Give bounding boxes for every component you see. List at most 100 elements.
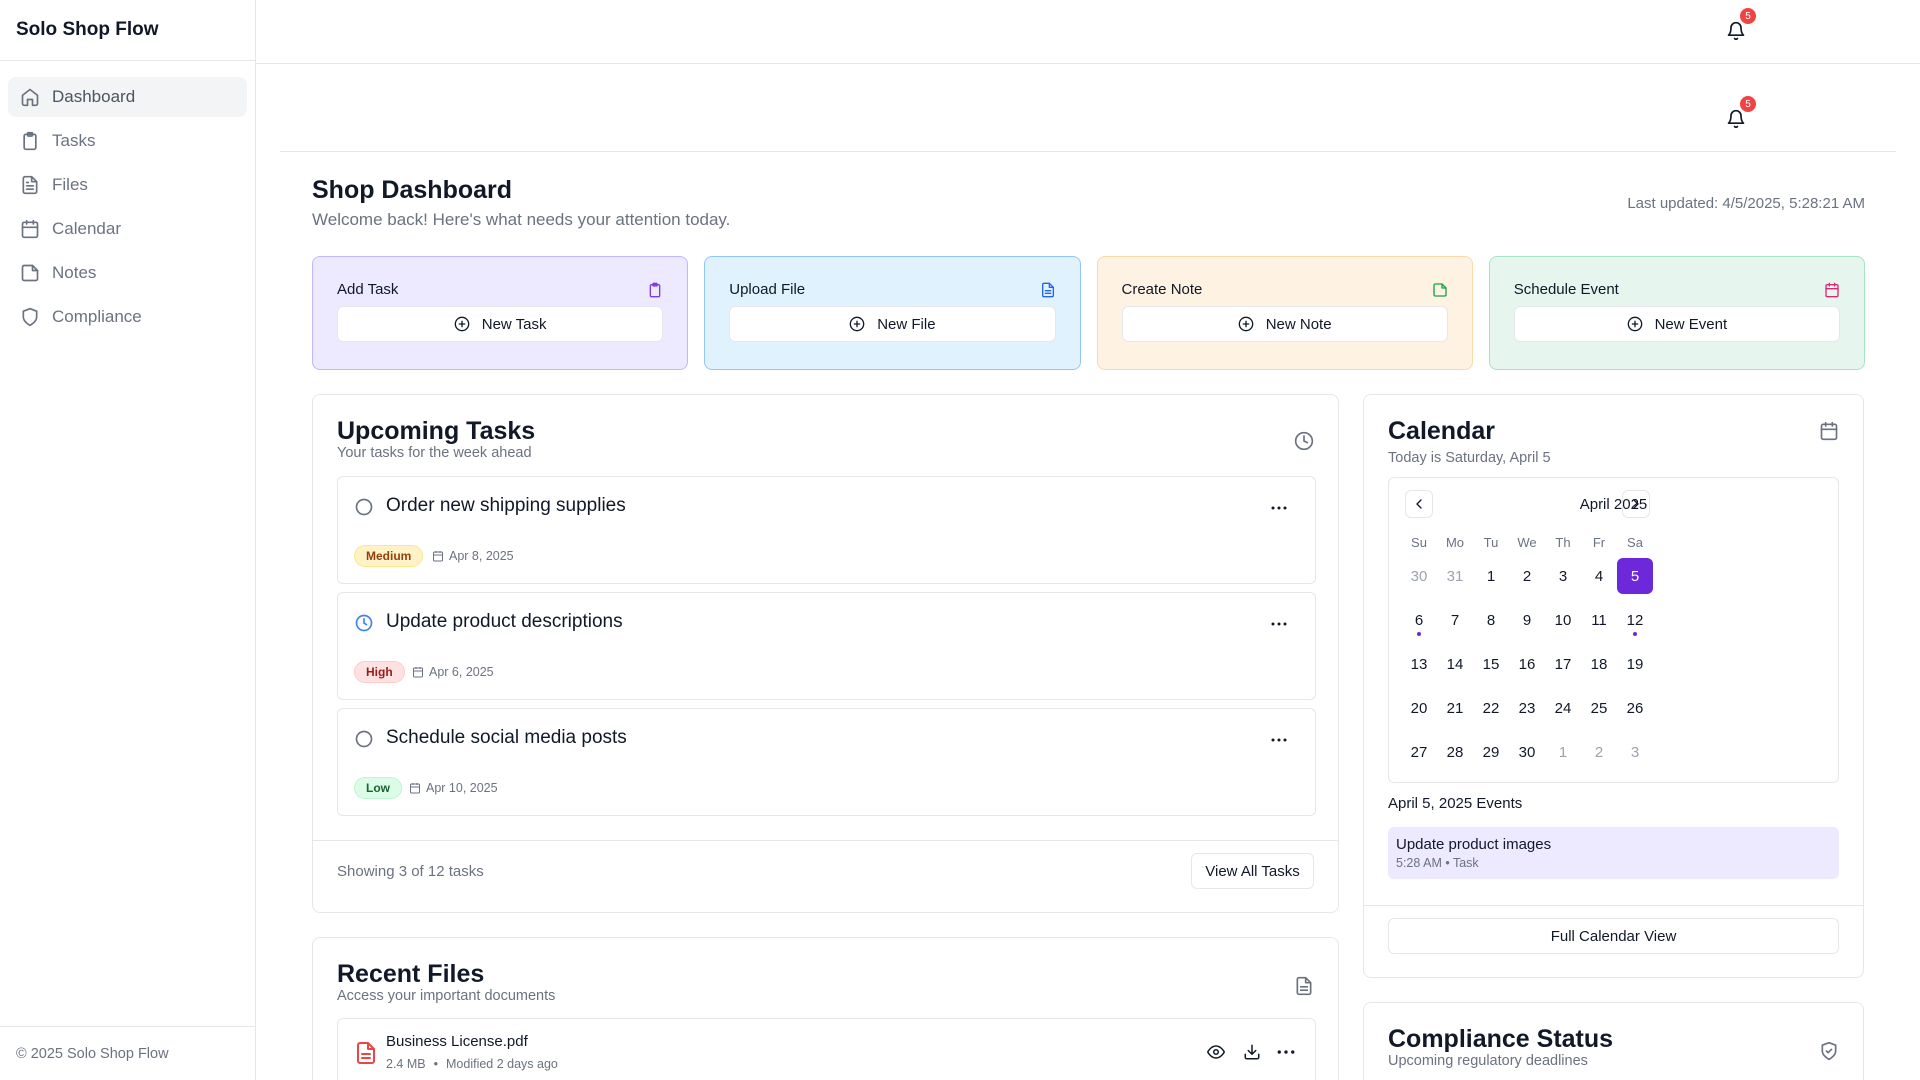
- calendar-day[interactable]: 13: [1401, 646, 1437, 682]
- calendar-icon: [1825, 282, 1839, 297]
- calendar-day[interactable]: 1: [1545, 734, 1581, 770]
- new-note-button[interactable]: New Note: [1121, 306, 1448, 342]
- calendar-day-selected[interactable]: 5: [1617, 558, 1653, 594]
- pdf-file-icon: [357, 1042, 375, 1064]
- calendar-panel: Calendar Today is Saturday, April 5 Apri…: [1363, 394, 1864, 978]
- sidebar-item-notes[interactable]: Notes: [8, 253, 247, 293]
- file-icon: [1041, 282, 1054, 297]
- calendar-weekdays: Su Mo Tu We Th Fr Sa: [1401, 528, 1653, 556]
- view-all-tasks-button[interactable]: View All Tasks: [1191, 853, 1314, 889]
- clock-icon[interactable]: [354, 613, 374, 633]
- event-item[interactable]: Update product images 5:28 AM • Task: [1388, 827, 1839, 879]
- plus-circle-icon: [1238, 316, 1254, 332]
- secondary-header: 5: [280, 64, 1896, 152]
- task-due-date: Apr 8, 2025: [432, 549, 514, 563]
- calendar-day[interactable]: 15: [1473, 646, 1509, 682]
- full-calendar-button[interactable]: Full Calendar View: [1388, 918, 1839, 954]
- calendar-day[interactable]: 1: [1473, 558, 1509, 594]
- calendar-day[interactable]: 27: [1401, 734, 1437, 770]
- calendar-day[interactable]: 10: [1545, 602, 1581, 638]
- download-icon[interactable]: [1243, 1043, 1261, 1061]
- calendar-day[interactable]: 4: [1581, 558, 1617, 594]
- upcoming-tasks-panel: Upcoming Tasks Your tasks for the week a…: [312, 394, 1339, 913]
- sidebar-item-compliance[interactable]: Compliance: [8, 297, 247, 337]
- calendar-day[interactable]: 14: [1437, 646, 1473, 682]
- calendar-day[interactable]: 17: [1545, 646, 1581, 682]
- recent-files-panel: Recent Files Access your important docum…: [312, 937, 1339, 1080]
- new-event-label: New Event: [1654, 315, 1728, 333]
- page-subtitle: Welcome back! Here's what needs your att…: [312, 210, 731, 229]
- sidebar-item-dashboard[interactable]: Dashboard: [8, 77, 247, 117]
- calendar-day[interactable]: 20: [1401, 690, 1437, 726]
- note-icon: [1433, 282, 1447, 297]
- quick-card-title: Upload File: [729, 281, 806, 298]
- tasks-subtitle: Your tasks for the week ahead: [337, 445, 532, 461]
- shield-check-icon: [1821, 1041, 1837, 1061]
- calendar-day[interactable]: 2: [1581, 734, 1617, 770]
- more-icon[interactable]: [1277, 1049, 1295, 1055]
- sidebar-item-files[interactable]: Files: [8, 165, 247, 205]
- meta-separator: •: [433, 1057, 438, 1071]
- calendar-day[interactable]: 30: [1509, 734, 1545, 770]
- more-icon[interactable]: [1271, 621, 1287, 627]
- calendar-week: 6 7 8 9 10 11 12: [1401, 602, 1653, 646]
- calendar-day[interactable]: 6: [1401, 602, 1437, 638]
- calendar-day[interactable]: 18: [1581, 646, 1617, 682]
- circle-icon[interactable]: [354, 729, 374, 749]
- more-icon[interactable]: [1271, 737, 1287, 743]
- calendar-day[interactable]: 25: [1581, 690, 1617, 726]
- tasks-title: Upcoming Tasks: [337, 417, 536, 445]
- calendar-day[interactable]: 23: [1509, 690, 1545, 726]
- calendar-day[interactable]: 19: [1617, 646, 1653, 682]
- eye-icon[interactable]: [1207, 1043, 1225, 1061]
- calendar-day[interactable]: 11: [1581, 602, 1617, 638]
- calendar-day[interactable]: 21: [1437, 690, 1473, 726]
- calendar-day[interactable]: 8: [1473, 602, 1509, 638]
- next-month-button[interactable]: [1622, 490, 1650, 518]
- calendar-day[interactable]: 29: [1473, 734, 1509, 770]
- sidebar-item-label: Tasks: [52, 131, 96, 150]
- calendar-day[interactable]: 24: [1545, 690, 1581, 726]
- calendar-day[interactable]: 12: [1617, 602, 1653, 638]
- sidebar-item-label: Calendar: [52, 219, 121, 238]
- sidebar-item-label: Files: [52, 175, 88, 194]
- notification-button[interactable]: 5: [1726, 8, 1756, 41]
- home-icon: [21, 88, 39, 107]
- sidebar-item-tasks[interactable]: Tasks: [8, 121, 247, 161]
- task-due-date: Apr 10, 2025: [409, 781, 498, 795]
- calendar-day[interactable]: 26: [1617, 690, 1653, 726]
- calendar-day[interactable]: 2: [1509, 558, 1545, 594]
- calendar-day[interactable]: 3: [1545, 558, 1581, 594]
- compliance-subtitle: Upcoming regulatory deadlines: [1388, 1053, 1588, 1069]
- calendar-day[interactable]: 22: [1473, 690, 1509, 726]
- sidebar-item-calendar[interactable]: Calendar: [8, 209, 247, 249]
- notification-badge: 5: [1740, 8, 1756, 24]
- calendar-day[interactable]: 3: [1617, 734, 1653, 770]
- compliance-title: Compliance Status: [1388, 1025, 1614, 1053]
- calendar-day[interactable]: 7: [1437, 602, 1473, 638]
- task-item[interactable]: Update product descriptions High Apr 6, …: [337, 592, 1316, 700]
- task-item[interactable]: Order new shipping supplies Medium Apr 8…: [337, 476, 1316, 584]
- new-event-button[interactable]: New Event: [1513, 306, 1840, 342]
- calendar-day[interactable]: 30: [1401, 558, 1437, 594]
- calendar-week: 20 21 22 23 24 25 26: [1401, 690, 1653, 734]
- new-file-button[interactable]: New File: [729, 306, 1056, 342]
- new-task-button[interactable]: New Task: [337, 306, 664, 342]
- more-icon[interactable]: [1271, 505, 1287, 511]
- calendar-icon: [410, 783, 420, 794]
- sidebar-item-label: Notes: [52, 263, 97, 282]
- task-item[interactable]: Schedule social media posts Low Apr 10, …: [337, 708, 1316, 816]
- file-item[interactable]: Business License.pdf 2.4 MB • Modified 2…: [337, 1018, 1316, 1080]
- weekday-label: We: [1517, 534, 1537, 550]
- calendar-day[interactable]: 9: [1509, 602, 1545, 638]
- calendar-day[interactable]: 16: [1509, 646, 1545, 682]
- task-title: Schedule social media posts: [386, 727, 627, 748]
- circle-icon[interactable]: [354, 497, 374, 517]
- notification-button[interactable]: 5: [1726, 96, 1756, 129]
- plus-circle-icon: [454, 316, 470, 332]
- calendar-day-number: 6: [1414, 611, 1424, 629]
- quick-card-upload-file: Upload File New File: [704, 256, 1081, 370]
- calendar-title: Calendar: [1388, 417, 1495, 445]
- calendar-day[interactable]: 31: [1437, 558, 1473, 594]
- calendar-day[interactable]: 28: [1437, 734, 1473, 770]
